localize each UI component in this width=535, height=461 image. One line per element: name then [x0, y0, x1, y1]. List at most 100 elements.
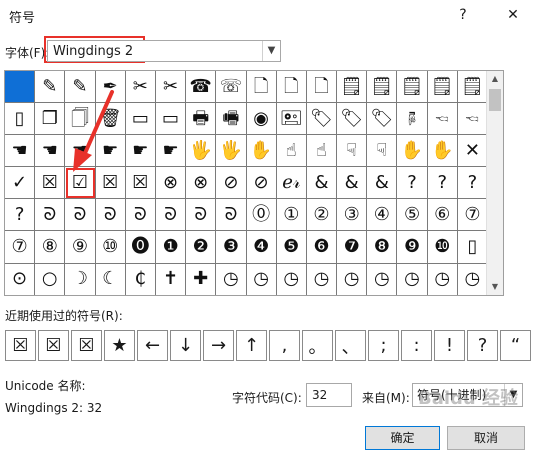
symbol-cell[interactable]: ?: [427, 167, 458, 200]
symbol-cell[interactable]: ₵: [125, 263, 156, 295]
symbol-cell[interactable]: ☎: [186, 71, 217, 104]
symbol-cell[interactable]: ④: [367, 199, 398, 232]
symbol-cell[interactable]: ☒: [125, 167, 156, 200]
symbol-cell[interactable]: ⊗: [155, 167, 187, 200]
symbol-cell[interactable]: ⊘: [216, 167, 247, 200]
symbol-cell[interactable]: 🗒: [397, 71, 428, 104]
close-button[interactable]: ✕: [502, 4, 524, 26]
ok-button[interactable]: 确定: [365, 426, 440, 450]
symbol-cell[interactable]: 🖗: [397, 103, 428, 136]
symbol-cell[interactable]: 🖶: [186, 103, 217, 136]
symbol-cell[interactable]: ℯ𝓇: [276, 167, 307, 200]
char-code-input[interactable]: 32: [306, 383, 352, 407]
grid-scrollbar[interactable]: ▲ ▼: [486, 71, 503, 295]
symbol-cell[interactable]: ❿: [427, 231, 458, 264]
symbol-cell[interactable]: ⑦: [5, 231, 36, 264]
symbol-cell[interactable]: ❹: [246, 231, 277, 264]
recent-symbol[interactable]: ☒: [5, 330, 36, 361]
symbol-cell[interactable]: ❷: [186, 231, 217, 264]
symbol-cell[interactable]: ▭: [155, 103, 187, 136]
symbol-cell[interactable]: &: [337, 167, 368, 200]
recent-symbol[interactable]: ★: [104, 330, 135, 361]
symbol-cell[interactable]: ☛: [155, 135, 187, 168]
symbol-cell[interactable]: ❸: [216, 231, 247, 264]
symbol-cell[interactable]: ☟: [337, 135, 368, 168]
recent-symbol[interactable]: ;: [368, 330, 399, 361]
chevron-down-icon[interactable]: ▼: [262, 41, 280, 61]
symbol-cell[interactable]: ᘐ: [216, 199, 247, 232]
symbol-cell[interactable]: ☝: [306, 135, 338, 168]
symbol-cell[interactable]: ⊘: [246, 167, 277, 200]
symbol-cell[interactable]: ᘐ: [186, 199, 217, 232]
symbol-cell[interactable]: ᘐ: [35, 199, 66, 232]
symbol-cell[interactable]: ▭: [125, 103, 156, 136]
symbol-cell[interactable]: 🗒: [457, 71, 488, 104]
symbol-cell[interactable]: ❺: [276, 231, 307, 264]
symbol-cell[interactable]: ᘐ: [65, 199, 96, 232]
symbol-cell[interactable]: ✋: [246, 135, 277, 168]
scroll-up-icon[interactable]: ▲: [487, 71, 503, 87]
symbol-cell[interactable]: ☟: [367, 135, 398, 168]
symbol-cell[interactable]: &: [367, 167, 398, 200]
symbol-cell[interactable]: 🏷: [337, 103, 368, 136]
symbol-cell[interactable]: ✝: [155, 263, 187, 295]
symbol-cell[interactable]: 🗋: [246, 71, 277, 104]
symbol-cell[interactable]: 🗒: [427, 71, 458, 104]
symbol-cell[interactable]: ✓: [5, 167, 36, 200]
symbol-cell[interactable]: 🗒: [367, 71, 398, 104]
recent-symbol[interactable]: ☒: [71, 330, 102, 361]
symbol-cell[interactable]: ⑩: [95, 231, 126, 264]
recent-symbol[interactable]: ,: [269, 330, 300, 361]
symbol-cell[interactable]: ᘐ: [125, 199, 156, 232]
symbol-cell[interactable]: ✋: [427, 135, 458, 168]
symbol-cell[interactable]: ?: [5, 199, 36, 232]
recent-symbol[interactable]: 、: [335, 330, 366, 361]
symbol-cell[interactable]: ◷: [457, 263, 488, 295]
symbol-cell[interactable]: 🗋: [276, 71, 307, 104]
symbol-cell[interactable]: 🏷: [306, 103, 338, 136]
symbol-cell[interactable]: ◷: [367, 263, 398, 295]
symbol-cell[interactable]: ☏: [216, 71, 247, 104]
cancel-button[interactable]: 取消: [447, 426, 525, 450]
symbol-cell[interactable]: ᘐ: [155, 199, 187, 232]
symbol-cell[interactable]: &: [306, 167, 338, 200]
symbol-cell[interactable]: ⓿: [125, 231, 156, 264]
symbol-cell[interactable]: ②: [306, 199, 338, 232]
symbol-cell[interactable]: ☛: [125, 135, 156, 168]
recent-symbol[interactable]: 。: [302, 330, 333, 361]
symbol-cell[interactable]: 🖘: [427, 103, 458, 136]
symbol-cell[interactable]: ③: [337, 199, 368, 232]
recent-symbol[interactable]: ?: [467, 330, 498, 361]
symbol-cell[interactable]: 🖷: [216, 103, 247, 136]
recent-symbol[interactable]: ↑: [236, 330, 267, 361]
symbol-cell[interactable]: ○: [35, 263, 66, 295]
font-select[interactable]: Wingdings 2 ▼: [47, 40, 281, 62]
symbol-cell[interactable]: 🏷: [367, 103, 398, 136]
symbol-cell[interactable]: 🖐: [216, 135, 247, 168]
symbol-cell[interactable]: ▯: [457, 231, 488, 264]
symbol-cell[interactable]: ◷: [246, 263, 277, 295]
symbol-cell[interactable]: ⊗: [186, 167, 217, 200]
symbol-cell[interactable]: ⑥: [427, 199, 458, 232]
symbol-cell[interactable]: ◷: [427, 263, 458, 295]
symbol-cell[interactable]: ☚: [5, 135, 36, 168]
symbol-cell[interactable]: ⑦: [457, 199, 488, 232]
symbol-cell[interactable]: ✂: [125, 71, 156, 104]
symbol-cell[interactable]: ☾: [95, 263, 126, 295]
symbol-cell[interactable]: ?: [457, 167, 488, 200]
symbol-cell[interactable]: ⑨: [65, 231, 96, 264]
symbol-cell[interactable]: ◷: [216, 263, 247, 295]
symbol-cell[interactable]: ❼: [337, 231, 368, 264]
symbol-cell[interactable]: ⊙: [5, 263, 36, 295]
symbol-cell[interactable]: ❻: [306, 231, 338, 264]
symbol-cell[interactable]: ◷: [306, 263, 338, 295]
symbol-cell[interactable]: 🗋: [306, 71, 338, 104]
recent-symbol[interactable]: ←: [137, 330, 168, 361]
recent-symbol[interactable]: ☒: [38, 330, 69, 361]
symbol-cell[interactable]: ①: [276, 199, 307, 232]
symbol-cell[interactable]: ✚: [186, 263, 217, 295]
symbol-cell[interactable]: ◷: [276, 263, 307, 295]
symbol-cell[interactable]: ✕: [457, 135, 488, 168]
symbol-cell[interactable]: 🖐: [186, 135, 217, 168]
recent-symbol[interactable]: →: [203, 330, 234, 361]
